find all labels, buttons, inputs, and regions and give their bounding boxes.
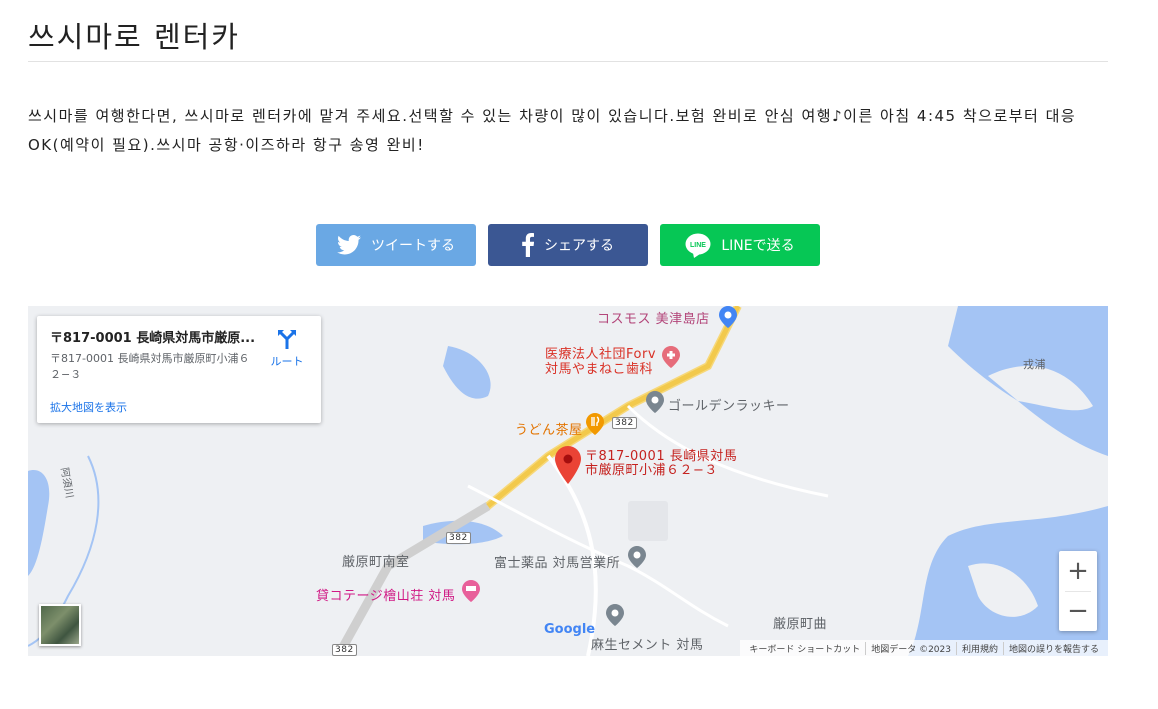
- facebook-share-button[interactable]: シェアする: [488, 224, 648, 266]
- map-place-golden-lucky[interactable]: ゴールデンラッキー: [668, 395, 790, 414]
- map-place-cottage[interactable]: 貸コテージ檜山荘 対馬: [316, 585, 455, 604]
- line-share-label: LINEで送る: [721, 238, 795, 254]
- place-pin-icon[interactable]: [646, 391, 664, 417]
- google-logo: Google: [544, 622, 596, 637]
- enlarge-map-link[interactable]: 拡大地図を表示: [50, 399, 127, 415]
- restaurant-pin-icon[interactable]: [586, 413, 604, 439]
- terms-link[interactable]: 利用規約: [955, 641, 1003, 655]
- map-place-aso-cement[interactable]: 麻生セメント 対馬: [591, 634, 703, 653]
- keyboard-shortcuts-link[interactable]: キーボード ショートカット: [744, 642, 865, 655]
- zoom-in-button[interactable]: +: [1059, 551, 1097, 591]
- map-info-card: 〒817-0001 長崎県対馬市厳原... 〒817-0001 長崎県対馬市厳原…: [37, 316, 321, 423]
- directions-icon: [276, 330, 298, 353]
- line-icon: LINE: [685, 233, 711, 258]
- page-title: 쓰시마로 렌터카: [28, 20, 240, 54]
- place-pin-icon[interactable]: [719, 306, 737, 332]
- map-marker-label[interactable]: 〒817-0001 長崎県対馬市厳原町小浦６２−３: [585, 450, 745, 478]
- embedded-map[interactable]: コスモス 美津島店 医療法人社団Forv 対馬やまねこ歯科 ゴールデンラッキー …: [28, 306, 1108, 656]
- map-area-kaiura: 戎浦: [1023, 358, 1046, 371]
- route-label: ルート: [270, 355, 304, 368]
- location-marker-icon[interactable]: [555, 446, 581, 488]
- place-pin-icon[interactable]: [606, 604, 624, 630]
- hospital-pin-icon[interactable]: [662, 346, 680, 372]
- svg-text:LINE: LINE: [690, 242, 706, 249]
- tweet-button[interactable]: ツイートする: [316, 224, 476, 266]
- map-card-address: 〒817-0001 長崎県対馬市厳原町小浦６２−３: [50, 352, 250, 381]
- map-card-title: 〒817-0001 長崎県対馬市厳原...: [50, 331, 256, 346]
- zoom-out-button[interactable]: −: [1059, 591, 1097, 631]
- route-382-badge: 382: [446, 532, 471, 544]
- lodging-pin-icon[interactable]: [462, 580, 480, 606]
- map-place-fuji[interactable]: 富士薬品 対馬営業所: [494, 552, 620, 571]
- route-382-badge: 382: [612, 417, 637, 429]
- tweet-label: ツイートする: [371, 238, 455, 254]
- page-description: 쓰시마를 여행한다면, 쓰시마로 렌터카에 맡겨 주세요.선택할 수 있는 차량…: [28, 107, 1077, 154]
- line-share-button[interactable]: LINE LINEで送る: [660, 224, 820, 266]
- route-button[interactable]: ルート: [267, 328, 307, 369]
- zoom-controls: + −: [1059, 551, 1097, 631]
- report-error-link[interactable]: 地図の誤りを報告する: [1002, 641, 1104, 655]
- zoom-divider: [1065, 591, 1091, 592]
- map-place-dental[interactable]: 医療法人社団Forv 対馬やまねこ歯科: [545, 347, 656, 377]
- facebook-icon: [522, 233, 534, 257]
- route-382-badge: 382: [332, 644, 357, 656]
- map-area-magari: 厳原町曲: [773, 617, 828, 632]
- title-divider: [28, 61, 1108, 62]
- map-place-cosmos[interactable]: コスモス 美津島店: [597, 308, 710, 327]
- map-data-label: 地図データ ©2023: [865, 641, 956, 655]
- map-place-udon[interactable]: うどん茶屋: [515, 419, 583, 438]
- twitter-icon: [337, 235, 361, 255]
- satellite-toggle-button[interactable]: [39, 604, 81, 646]
- map-attribution: キーボード ショートカット 地図データ ©2023 利用規約 地図の誤りを報告す…: [740, 640, 1108, 656]
- map-area-nanmuro: 厳原町南室: [342, 555, 410, 570]
- place-pin-icon[interactable]: [628, 546, 646, 572]
- facebook-share-label: シェアする: [544, 238, 614, 254]
